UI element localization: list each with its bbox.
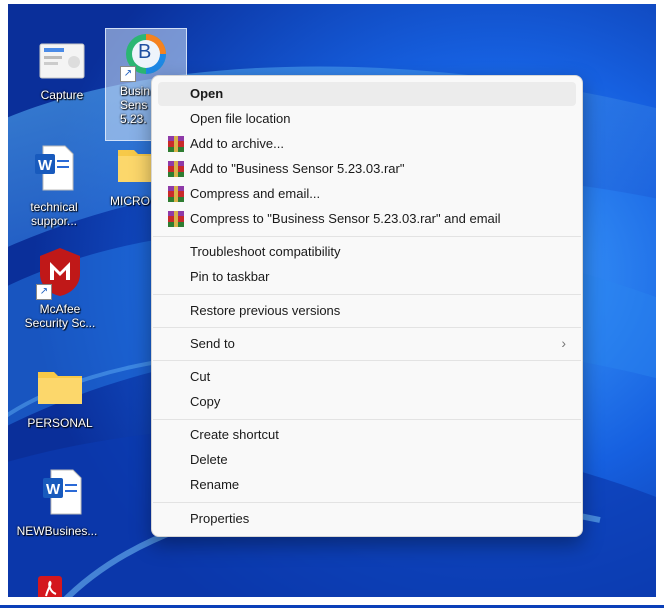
menu-item-label: Cut: [190, 369, 211, 384]
menu-item-label: Send to: [190, 336, 235, 351]
svg-text:W: W: [38, 157, 53, 174]
word-document-icon: W: [43, 469, 82, 515]
menu-separator: [153, 294, 581, 295]
menu-item-troubleshoot-compatibility[interactable]: Troubleshoot compatibility: [158, 240, 576, 264]
winrar-icon: [168, 186, 184, 202]
menu-item-send-to[interactable]: Send to ›: [158, 332, 576, 356]
menu-item-delete[interactable]: Delete: [158, 448, 576, 472]
menu-item-rename[interactable]: Rename: [158, 473, 576, 497]
menu-item-cut[interactable]: Cut: [158, 365, 576, 389]
winrar-icon: [168, 161, 184, 177]
menu-item-add-to-archive[interactable]: Add to archive...: [158, 132, 576, 156]
shortcut-arrow-icon: ↗: [36, 284, 52, 300]
menu-item-label: Compress to "Business Sensor 5.23.03.rar…: [190, 211, 501, 226]
menu-item-pin-to-taskbar[interactable]: Pin to taskbar: [158, 265, 576, 289]
menu-item-label: Rename: [190, 477, 240, 492]
chevron-right-icon: ›: [561, 335, 566, 351]
desktop-icon-technical-support[interactable]: W technical suppor...: [14, 144, 94, 228]
menu-item-label: Create shortcut: [190, 427, 279, 442]
desktop-icon-mcafee[interactable]: ↗ McAfee Security Sc...: [20, 246, 100, 330]
menu-separator: [153, 236, 581, 237]
desktop-icon-capture[interactable]: Capture: [22, 42, 102, 102]
menu-item-label: Pin to taskbar: [190, 269, 270, 284]
desktop-icon-personal[interactable]: PERSONAL: [20, 366, 100, 430]
app-badge-letter: B: [138, 41, 152, 63]
business-sensor-app-icon: B ↗: [120, 32, 170, 82]
menu-separator: [153, 327, 581, 328]
menu-item-open[interactable]: Open: [158, 82, 576, 106]
menu-item-label: Add to archive...: [190, 136, 284, 151]
menu-item-compress-and-email[interactable]: Compress and email...: [158, 182, 576, 206]
desktop-icon-label: technical suppor...: [30, 200, 78, 228]
desktop-icon-label: Capture: [40, 88, 84, 102]
context-menu: Open Open file location Add to archive..…: [151, 75, 583, 537]
winrar-icon: [168, 211, 184, 227]
menu-item-open-file-location[interactable]: Open file location: [158, 107, 576, 131]
mcafee-shield-icon: ↗: [36, 246, 84, 300]
desktop-icon-label: McAfee Security Sc...: [24, 302, 96, 330]
menu-item-restore-previous-versions[interactable]: Restore previous versions: [158, 299, 576, 323]
menu-item-create-shortcut[interactable]: Create shortcut: [158, 423, 576, 447]
menu-item-compress-to-rar-and-email[interactable]: Compress to "Business Sensor 5.23.03.rar…: [158, 207, 576, 231]
desktop-icon-newbusiness[interactable]: W NEWBusines...: [17, 468, 102, 538]
menu-item-properties[interactable]: Properties: [158, 507, 576, 531]
winrar-icon: [168, 136, 184, 152]
svg-text:W: W: [46, 481, 61, 498]
desktop-icon-label: PERSONAL: [27, 416, 93, 430]
menu-item-label: Troubleshoot compatibility: [190, 244, 341, 259]
desktop-icon-acrobat[interactable]: [36, 574, 64, 608]
menu-item-label: Add to "Business Sensor 5.23.03.rar": [190, 161, 405, 176]
menu-item-add-to-rar[interactable]: Add to "Business Sensor 5.23.03.rar": [158, 157, 576, 181]
menu-item-label: Restore previous versions: [190, 303, 341, 318]
menu-separator: [153, 502, 581, 503]
folder-icon: [38, 372, 82, 404]
pdf-reader-icon: [38, 576, 62, 604]
menu-separator: [153, 360, 581, 361]
menu-item-label: Properties: [190, 511, 250, 526]
word-document-icon: W: [35, 145, 74, 191]
menu-item-copy[interactable]: Copy: [158, 390, 576, 414]
screenshot-thumbnail-icon: [39, 43, 85, 79]
shortcut-arrow-icon: ↗: [120, 66, 136, 82]
menu-item-label: Delete: [190, 452, 228, 467]
menu-item-label: Open: [190, 86, 224, 101]
menu-item-label: Open file location: [190, 111, 291, 126]
desktop-icon-label: NEWBusines...: [16, 524, 98, 538]
menu-item-label: Copy: [190, 394, 221, 409]
menu-item-label: Compress and email...: [190, 186, 321, 201]
menu-separator: [153, 419, 581, 420]
